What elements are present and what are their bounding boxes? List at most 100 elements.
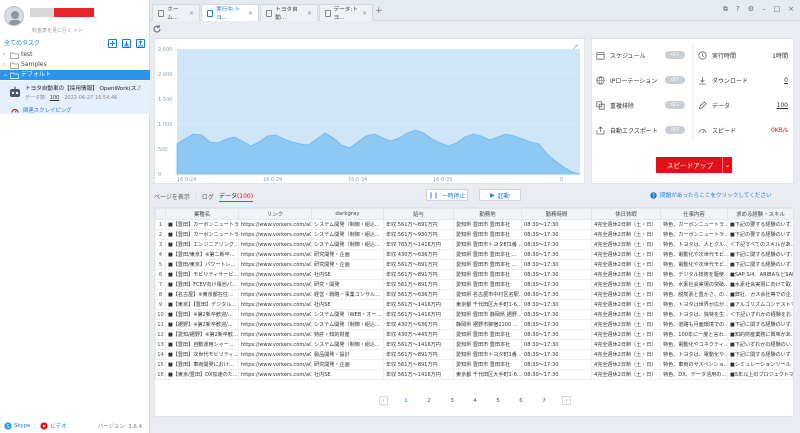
table-row[interactable]: 9 ■【東京】【豊田】デジタル... https://www.vorkers.com… xyxy=(155,299,793,310)
table-row[interactable]: 13 ■【豊田】自動運用シャー... https://www.vorkers.com… xyxy=(155,339,793,350)
page-number[interactable]: 6 xyxy=(516,398,526,404)
schedule-toggle[interactable]: OFF xyxy=(665,51,685,59)
pause-button[interactable]: ❙❙ 一時停止 xyxy=(426,189,468,201)
tab-data[interactable]: データ:トヨ... × xyxy=(319,4,373,21)
import-button[interactable] xyxy=(122,39,131,48)
separator: | xyxy=(194,193,197,200)
folder-open-icon xyxy=(10,72,19,79)
page-number[interactable]: 2 xyxy=(424,398,434,404)
table-cell: https://www.vorkers.com/a0... xyxy=(238,249,312,260)
page-number[interactable]: 5 xyxy=(493,398,503,404)
table-cell: 年収 561万～1416万円 xyxy=(383,339,454,350)
table-cell: 08:30～17:30 xyxy=(521,269,592,280)
avatar[interactable] xyxy=(4,6,24,26)
tree-folder-test[interactable]: › test xyxy=(0,50,150,60)
table-row[interactable]: 15 ■【豊田】車両開発におけ... https://www.vorkers.com… xyxy=(155,359,793,370)
table-row[interactable]: 4 ■【豊田/東京】※第二新卒... https://www.vorkers.com… xyxy=(155,249,793,260)
tab-show-page[interactable]: ページを表示 xyxy=(154,192,190,201)
table-row[interactable]: 1 ■【豊田】カーボンニュートラ... https://www.vorkers.co… xyxy=(155,219,793,230)
column-header[interactable]: 求める経験・スキル xyxy=(727,208,793,220)
tab-home[interactable]: ホーム... × xyxy=(152,4,200,21)
column-header[interactable]: 休日休暇 xyxy=(591,208,661,220)
table-row[interactable]: 2 ■【豊田】カーボンニュートラ... https://www.vorkers.co… xyxy=(155,229,793,240)
tab-data-view[interactable]: データ(100) xyxy=(218,191,254,202)
tab-log[interactable]: ログ xyxy=(202,192,214,201)
table-row[interactable]: 14 ■【豊田】次世代モビリティ... https://www.vorkers.co… xyxy=(155,349,793,360)
chevron-right-icon[interactable]: › xyxy=(3,50,10,60)
tab-running[interactable]: 実行中:トヨ... × xyxy=(201,4,259,21)
table-row[interactable]: 5 ■【豊田/東京】パワートレ... https://www.vorkers.com… xyxy=(155,259,793,270)
tree-folder-default[interactable]: ⌄ デフォルト xyxy=(0,70,150,80)
table-row[interactable]: 10 ■【豊田】※第2新卒歓迎/... https://www.vorkers.co… xyxy=(155,309,793,320)
page-number[interactable]: 4 xyxy=(470,398,480,404)
table-row[interactable]: 12 ■【愛知/裾野】※第2新卒歓... https://www.vorkers.c… xyxy=(155,329,793,340)
table-row[interactable]: 16 ■【東京/豊田】DX加速のた... https://www.vorkers.c… xyxy=(155,369,793,380)
export-button[interactable] xyxy=(136,39,145,48)
add-tab-icon[interactable]: + xyxy=(375,6,383,16)
close-icon[interactable]: × xyxy=(137,84,142,91)
page-number[interactable]: 1 xyxy=(401,398,411,404)
start-button[interactable]: ▶ 起動 xyxy=(479,189,521,201)
table-cell: システム開発（制御・組込... xyxy=(311,339,384,350)
chevron-right-icon[interactable]: › xyxy=(3,60,10,70)
tab-task-editor[interactable]: トヨタ自動... × xyxy=(260,4,318,21)
tree-folder-samples[interactable]: › Samples xyxy=(0,60,150,70)
table-cell: 特色、脱炭素と豊かさ、の... xyxy=(660,289,728,300)
close-icon[interactable]: × xyxy=(307,10,312,17)
close-icon[interactable]: × xyxy=(788,5,794,14)
ip-rotation-toggle[interactable]: OFF xyxy=(665,76,685,84)
window-icon[interactable]: ⧉ xyxy=(723,5,728,14)
table-row[interactable]: 8 ■【名古屋】※東京都在住... https://www.vorkers.com/… xyxy=(155,289,793,300)
column-header[interactable] xyxy=(155,208,166,220)
pricing-link[interactable]: 料金表を見に行く >> xyxy=(32,27,82,34)
auto-export-toggle[interactable]: OFF xyxy=(665,126,685,134)
close-icon[interactable]: × xyxy=(248,10,253,17)
speed-up-button[interactable]: スピードアップ ⌄ xyxy=(656,157,732,173)
help-link[interactable]: ? 問題があったらここをクリックしてください xyxy=(650,191,772,199)
table-row[interactable]: 11 ■【裾野】※第2新卒歓迎/... https://www.vorkers.co… xyxy=(155,319,793,330)
prev-page-button[interactable]: ‹ xyxy=(379,396,388,405)
dedupe-toggle[interactable]: OFF xyxy=(665,101,685,109)
task-item[interactable]: トヨタ自動車の【採用情報】 OpenWork(ス... データ数: 100 2022… xyxy=(0,81,150,105)
task-status[interactable]: 関連スクレイピング xyxy=(0,105,150,114)
column-header[interactable]: 仕事内容 xyxy=(660,208,728,220)
close-icon[interactable]: × xyxy=(189,10,194,17)
video-link[interactable]: ビデオ xyxy=(50,422,66,430)
table-row[interactable]: 3 ■【豊田】エンジニアリング... https://www.vorkers.com… xyxy=(155,239,793,250)
maximize-icon[interactable]: □ xyxy=(774,5,781,14)
table-cell: 08:30～17:30 xyxy=(521,249,592,260)
data-count-link[interactable]: 100 xyxy=(777,102,788,109)
data-count[interactable]: 100 xyxy=(50,95,60,101)
column-header[interactable]: 業種名 xyxy=(165,208,239,220)
next-page-button[interactable]: › xyxy=(562,396,571,405)
help-circle-icon[interactable]: ? xyxy=(736,5,740,14)
column-header[interactable]: darkgray xyxy=(311,208,384,220)
minimize-icon[interactable]: – xyxy=(762,5,766,14)
new-folder-button[interactable] xyxy=(108,39,117,48)
skype-link[interactable]: Skype xyxy=(14,423,30,429)
column-header[interactable]: 勤務地 xyxy=(453,208,522,220)
pencil-icon xyxy=(698,100,707,110)
close-icon[interactable]: × xyxy=(362,10,367,17)
download-count[interactable]: 0 xyxy=(784,77,788,84)
table-row[interactable]: 7 ■【豊田】FCEV向け電池パ... https://www.vorkers.co… xyxy=(155,279,793,290)
gear-icon[interactable]: ⚙ xyxy=(748,5,754,14)
chevron-down-icon[interactable]: ⌄ xyxy=(722,157,732,173)
column-header[interactable]: リンク xyxy=(238,208,312,220)
page-number[interactable]: 7 xyxy=(539,398,549,404)
column-header[interactable]: 勤務時間 xyxy=(521,208,592,220)
chevron-down-icon[interactable]: ⌄ xyxy=(3,70,10,80)
table-cell: https://www.vorkers.com/a0... xyxy=(238,319,312,330)
video-icon[interactable] xyxy=(40,422,48,430)
stat-auto-export: 自動エクスポート OFF xyxy=(596,120,692,140)
expand-icon[interactable] xyxy=(572,44,578,50)
skype-icon[interactable]: S xyxy=(4,422,12,430)
page-number[interactable]: 3 xyxy=(447,398,457,404)
refresh-icon[interactable] xyxy=(152,24,162,34)
column-header[interactable]: 給与 xyxy=(383,208,454,220)
table-row[interactable]: 6 ■【豊田】モビリティサービ... https://www.vorkers.com… xyxy=(155,269,793,280)
table-cell: システム開発（制御・組込... xyxy=(311,319,384,330)
table-cell: 愛知県 豊田市 豊田本社 xyxy=(453,339,522,350)
table-cell: 年収 561万～930万円 xyxy=(383,229,454,240)
table-cell: 特色、DX、データ活用の... xyxy=(660,369,728,380)
